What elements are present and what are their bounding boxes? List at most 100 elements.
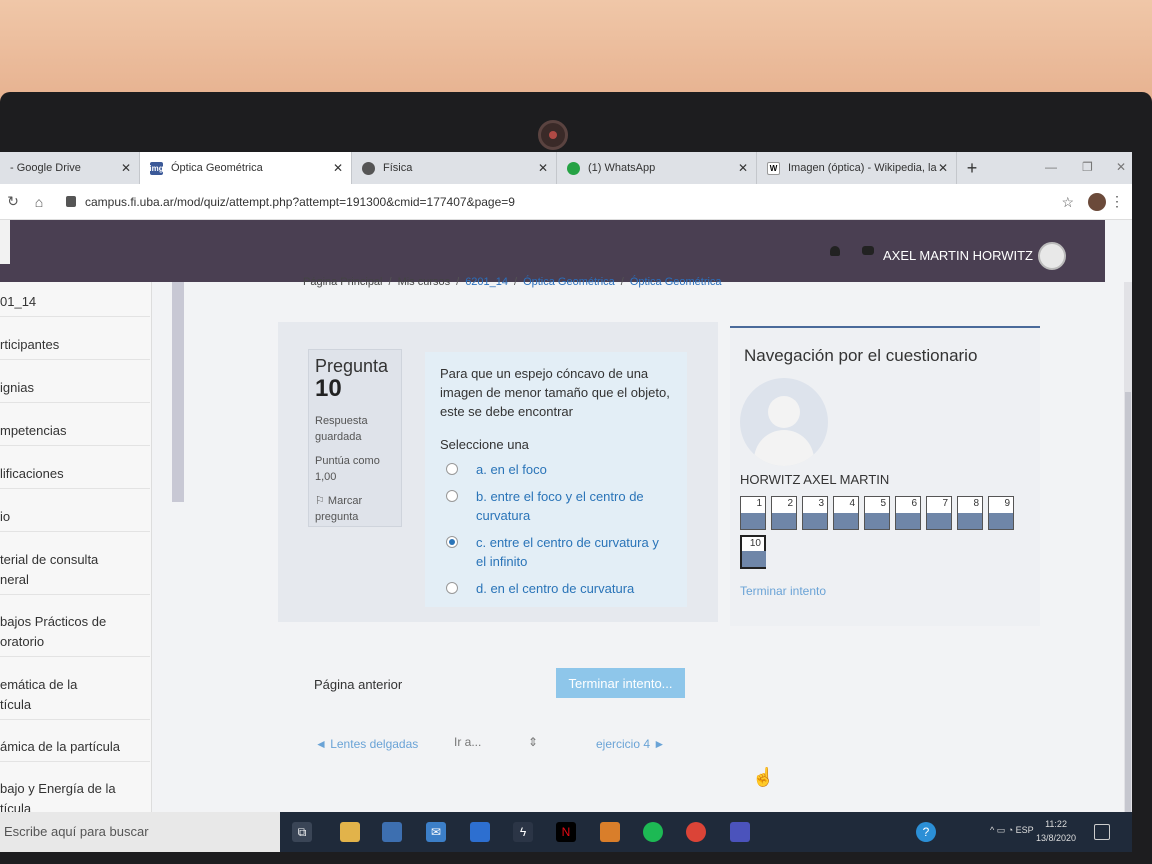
messages-icon[interactable] <box>862 246 874 255</box>
finish-attempt-link[interactable]: Terminar intento <box>740 584 826 598</box>
radio-button-selected[interactable] <box>446 536 458 548</box>
question-nav-button[interactable]: 6 <box>895 496 921 530</box>
globe-icon <box>362 161 375 175</box>
question-nav-button[interactable]: 5 <box>864 496 890 530</box>
next-activity-link[interactable]: ejercicio 4 ► <box>596 737 665 751</box>
sidebar-item-competencias[interactable]: mpetencias <box>0 421 150 446</box>
page-scrollbar[interactable] <box>1124 282 1132 812</box>
sidebar-item-dinamica[interactable]: ámica de la partícula <box>0 737 150 762</box>
teams-icon[interactable] <box>730 822 750 842</box>
flag-icon: ⚐ <box>315 495 328 507</box>
taskbar-clock[interactable]: 11:22 13/8/2020 <box>1036 817 1076 845</box>
breadcrumb-section[interactable]: Óptica Geométrica <box>523 276 615 288</box>
chrome-icon[interactable] <box>686 822 706 842</box>
tab-wikipedia[interactable]: W Imagen (óptica) - Wikipedia, la ✕ <box>757 152 957 184</box>
app-icon[interactable]: ϟ <box>513 822 533 842</box>
url-field[interactable]: campus.fi.uba.ar/mod/quiz/attempt.php?at… <box>66 195 515 209</box>
radio-button[interactable] <box>446 463 458 475</box>
question-nav-button[interactable]: 3 <box>802 496 828 530</box>
tab-google-drive[interactable]: - Google Drive ✕ <box>0 152 140 184</box>
avatar-body <box>754 430 814 466</box>
close-window-icon[interactable]: ✕ <box>1116 160 1126 174</box>
answer-option-a[interactable]: a. en el foco <box>440 460 672 479</box>
spotify-icon[interactable] <box>643 822 663 842</box>
breadcrumb-course[interactable]: 6201_14 <box>465 276 508 288</box>
answer-option-b[interactable]: b. entre el foco y el centro de curvatur… <box>440 487 672 525</box>
minimize-icon[interactable]: — <box>1045 160 1057 174</box>
sidebar-toggle-button[interactable] <box>0 220 10 264</box>
question-nav-button[interactable]: 2 <box>771 496 797 530</box>
sidebar-item-material[interactable]: terial de consulta neral <box>0 550 150 595</box>
sidebar-scrollbar[interactable] <box>172 282 184 502</box>
previous-page-button[interactable]: Página anterior <box>314 677 402 692</box>
notifications-bell-icon[interactable] <box>830 246 840 256</box>
question-nav-button[interactable]: 8 <box>957 496 983 530</box>
restore-icon[interactable]: ❐ <box>1082 160 1093 174</box>
question-nav-button[interactable]: 9 <box>988 496 1014 530</box>
sidebar-item-cinematica[interactable]: emática de la tícula <box>0 675 150 720</box>
file-explorer-icon[interactable] <box>340 822 360 842</box>
question-nav-button[interactable]: 4 <box>833 496 859 530</box>
sidebar-item-calificaciones[interactable]: lificaciones <box>0 464 150 489</box>
scrollbar-thumb[interactable] <box>1125 392 1131 812</box>
previous-activity-link[interactable]: ◄ Lentes delgadas <box>315 737 418 751</box>
jump-to-select[interactable]: Ir a... ⇕ <box>450 735 542 753</box>
flag-question-button[interactable]: ⚐ Marcar pregunta <box>315 493 395 525</box>
breadcrumb-home[interactable]: Página Principal <box>303 276 383 288</box>
reload-icon[interactable]: ↻ <box>0 193 26 210</box>
breadcrumb-separator: / <box>456 276 460 288</box>
site-header: AXEL MARTIN HORWITZ <box>0 220 1105 282</box>
radio-button[interactable] <box>446 582 458 594</box>
close-icon[interactable]: ✕ <box>738 161 748 175</box>
sidebar-item-trabajos-practicos[interactable]: bajos Prácticos de oratorio <box>0 612 150 657</box>
close-icon[interactable]: ✕ <box>538 161 548 175</box>
bookmark-star-icon[interactable]: ☆ <box>1061 194 1074 211</box>
address-bar: ↻ ⌂ campus.fi.uba.ar/mod/quiz/attempt.ph… <box>0 184 1132 220</box>
profile-avatar[interactable] <box>1088 193 1106 211</box>
help-icon[interactable]: ? <box>916 822 936 842</box>
home-icon[interactable]: ⌂ <box>26 194 52 210</box>
clock-date: 13/8/2020 <box>1036 833 1077 843</box>
browser-icon[interactable] <box>600 822 620 842</box>
option-label: a. en el foco <box>476 462 547 477</box>
notification-icon[interactable] <box>1094 824 1110 840</box>
tab-fisica[interactable]: Física ✕ <box>352 152 557 184</box>
tab-optica-geometrica[interactable]: img Óptica Geométrica ✕ <box>140 152 352 184</box>
sidebar-item-participantes[interactable]: rticipantes <box>0 335 150 360</box>
tab-whatsapp[interactable]: (1) WhatsApp ✕ <box>557 152 757 184</box>
sidebar-item-course[interactable]: 01_14 <box>0 292 150 317</box>
breadcrumb-activity[interactable]: Óptica Geométrica <box>630 276 722 288</box>
avatar-head <box>768 396 800 428</box>
close-icon[interactable]: ✕ <box>121 161 131 175</box>
store-icon[interactable] <box>382 822 402 842</box>
tray-lang[interactable]: ^ ▭ ◔ ESP <box>990 825 1034 836</box>
more-menu-icon[interactable]: ⋮ <box>1110 193 1124 210</box>
breadcrumb-courses[interactable]: Mis cursos <box>398 276 451 288</box>
question-text-box: Para que un espejo cóncavo de una imagen… <box>425 352 687 607</box>
browser-tabbar: - Google Drive ✕ img Óptica Geométrica ✕… <box>0 152 1132 184</box>
task-view-icon[interactable]: ⧉ <box>292 822 312 842</box>
user-avatar[interactable] <box>1038 242 1066 270</box>
netflix-icon[interactable]: N <box>556 822 576 842</box>
taskbar-search-field[interactable]: Escribe aquí para buscar <box>0 812 280 852</box>
close-icon[interactable]: ✕ <box>333 161 343 175</box>
question-nav-button-current[interactable]: 10 <box>740 535 766 569</box>
tab-title: - Google Drive <box>10 162 81 174</box>
radio-button[interactable] <box>446 490 458 502</box>
finish-attempt-button[interactable]: Terminar intento... <box>556 668 685 698</box>
mail-icon[interactable]: ✉ <box>426 822 446 842</box>
answer-option-d[interactable]: d. en el centro de curvatura <box>440 579 672 598</box>
dropbox-icon[interactable] <box>470 822 490 842</box>
sidebar-item-insignias[interactable]: ignias <box>0 378 150 403</box>
sidebar-item-inicio[interactable]: io <box>0 507 150 532</box>
tab-title: (1) WhatsApp <box>588 162 656 174</box>
question-nav-button[interactable]: 1 <box>740 496 766 530</box>
question-nav-button[interactable]: 7 <box>926 496 952 530</box>
new-tab-button[interactable]: + <box>957 152 987 184</box>
user-menu-name[interactable]: AXEL MARTIN HORWITZ <box>883 248 1033 263</box>
close-icon[interactable]: ✕ <box>938 161 948 175</box>
hand-cursor-icon: ☝ <box>752 767 775 787</box>
question-label: Pregunta <box>315 356 389 376</box>
answer-option-c[interactable]: c. entre el centro de curvatura y el inf… <box>440 533 672 571</box>
question-grade: Puntúa como 1,00 <box>315 455 380 483</box>
